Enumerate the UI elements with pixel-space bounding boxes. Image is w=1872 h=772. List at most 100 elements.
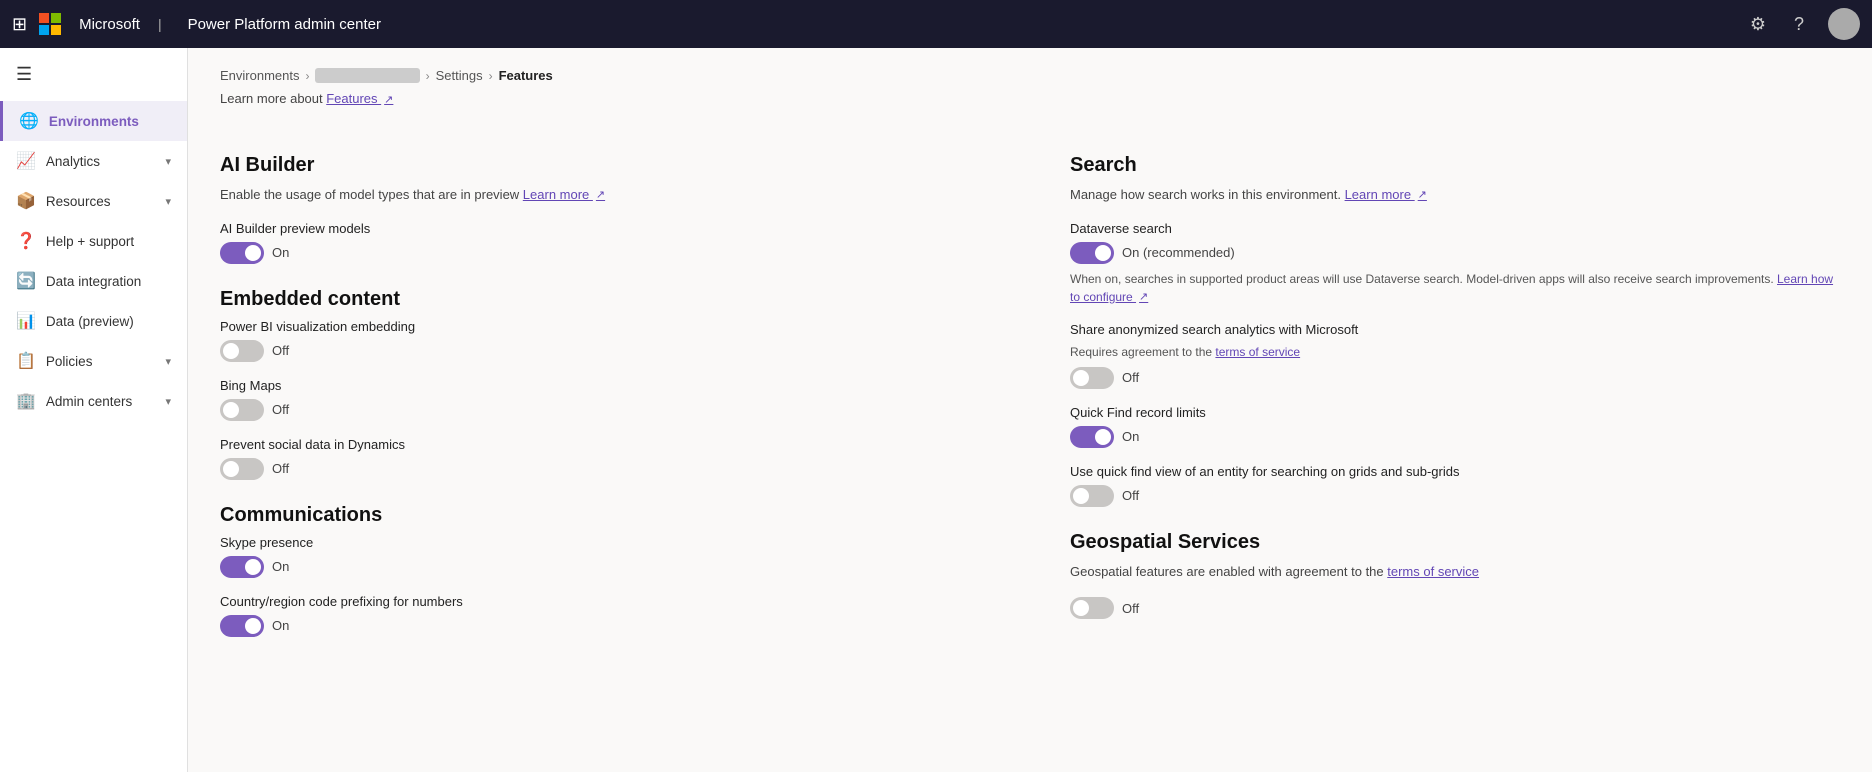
configure-link[interactable]: Learn how to configure ↗ [1070, 272, 1833, 304]
toggle-knob [223, 402, 239, 418]
power-bi-embedding-label: Power BI visualization embedding [220, 319, 990, 334]
breadcrumb-env-name: ██████████ [315, 68, 419, 83]
feature-skype-presence: Skype presence On [220, 535, 990, 578]
dataverse-search-note: When on, searches in supported product a… [1070, 270, 1840, 306]
skype-presence-toggle[interactable] [220, 556, 264, 578]
share-search-analytics-toggle[interactable] [1070, 367, 1114, 389]
bing-maps-state: Off [272, 402, 289, 417]
sidebar: ☰ 🌐 Environments 📈 Analytics ▾ 📦 Resourc… [0, 48, 188, 772]
chevron-down-icon: ▾ [165, 155, 171, 168]
breadcrumb-environments[interactable]: Environments [220, 68, 299, 83]
country-code-toggle[interactable] [220, 615, 264, 637]
admin-centers-icon: 🏢 [16, 391, 36, 411]
sidebar-label-resources: Resources [46, 194, 156, 209]
prevent-social-toggle[interactable] [220, 458, 264, 480]
hamburger-icon[interactable]: ☰ [0, 56, 187, 101]
toggle-knob [1073, 370, 1089, 386]
quick-find-limits-toggle[interactable] [1070, 426, 1114, 448]
sidebar-item-policies[interactable]: 📋 Policies ▾ [0, 341, 187, 381]
ai-builder-title: AI Builder [220, 154, 990, 177]
features-link[interactable]: Features ↗ [326, 91, 393, 106]
power-bi-state: Off [272, 343, 289, 358]
quick-find-view-toggle[interactable] [1070, 485, 1114, 507]
learn-more-bar: Learn more about Features ↗ [220, 91, 1840, 106]
sidebar-item-data-preview[interactable]: 📊 Data (preview) [0, 301, 187, 341]
bing-maps-toggle-row: Off [220, 399, 990, 421]
feature-quick-find-view: Use quick find view of an entity for sea… [1070, 464, 1840, 507]
power-bi-toggle[interactable] [220, 340, 264, 362]
feature-geospatial: Off [1070, 597, 1840, 619]
topbar: ⊞ Microsoft | Power Platform admin cente… [0, 0, 1872, 48]
feature-ai-builder-preview: AI Builder preview models On [220, 221, 990, 264]
quick-find-view-state: Off [1122, 488, 1139, 503]
ai-builder-preview-toggle[interactable] [220, 242, 264, 264]
sidebar-item-admin-centers[interactable]: 🏢 Admin centers ▾ [0, 381, 187, 421]
country-code-label: Country/region code prefixing for number… [220, 594, 990, 609]
external-link-icon: ↗ [1418, 189, 1427, 201]
geospatial-services-title: Geospatial Services [1070, 531, 1840, 554]
toggle-knob [223, 343, 239, 359]
main-content: Environments › ██████████ › Settings › F… [188, 48, 1872, 772]
chevron-down-icon: ▾ [165, 395, 171, 408]
left-column: AI Builder Enable the usage of model typ… [220, 130, 990, 653]
breadcrumb-current: Features [499, 68, 553, 83]
dataverse-search-toggle[interactable] [1070, 242, 1114, 264]
data-preview-icon: 📊 [16, 311, 36, 331]
prevent-social-toggle-row: Off [220, 458, 990, 480]
ai-builder-desc: Enable the usage of model types that are… [220, 185, 990, 205]
share-search-analytics-note: Requires agreement to the terms of servi… [1070, 343, 1840, 361]
geospatial-state: Off [1122, 601, 1139, 616]
sidebar-item-environments[interactable]: 🌐 Environments [0, 101, 187, 141]
quick-find-view-toggle-row: Off [1070, 485, 1840, 507]
terms-of-service-link-1[interactable]: terms of service [1215, 345, 1300, 359]
toggle-knob [1073, 488, 1089, 504]
external-link-icon: ↗ [1139, 291, 1148, 303]
sidebar-item-data-integration[interactable]: 🔄 Data integration [0, 261, 187, 301]
geospatial-services-desc: Geospatial features are enabled with agr… [1070, 562, 1840, 582]
prevent-social-state: Off [272, 461, 289, 476]
power-bi-toggle-row: Off [220, 340, 990, 362]
bing-maps-toggle[interactable] [220, 399, 264, 421]
app-title: Power Platform admin center [188, 16, 381, 33]
toggle-knob [245, 245, 261, 261]
toggle-knob [1095, 429, 1111, 445]
sidebar-item-analytics[interactable]: 📈 Analytics ▾ [0, 141, 187, 181]
quick-find-limits-state: On [1122, 429, 1139, 444]
geospatial-terms-link[interactable]: terms of service [1387, 564, 1479, 579]
geospatial-toggle-row: Off [1070, 597, 1840, 619]
country-code-state: On [272, 618, 289, 633]
waffle-icon[interactable]: ⊞ [12, 14, 27, 35]
search-learn-more-link[interactable]: Learn more ↗ [1345, 187, 1427, 202]
prevent-social-data-label: Prevent social data in Dynamics [220, 437, 990, 452]
geospatial-toggle[interactable] [1070, 597, 1114, 619]
feature-dataverse-search: Dataverse search On (recommended) When o… [1070, 221, 1840, 306]
share-search-analytics-label: Share anonymized search analytics with M… [1070, 322, 1840, 337]
breadcrumb-sep-3: › [489, 69, 493, 83]
help-icon[interactable]: ? [1794, 14, 1804, 35]
ai-builder-learn-more-link[interactable]: Learn more ↗ [523, 187, 605, 202]
feature-country-code-prefixing: Country/region code prefixing for number… [220, 594, 990, 637]
microsoft-label: Microsoft [79, 16, 140, 33]
skype-presence-state: On [272, 559, 289, 574]
data-integration-icon: 🔄 [16, 271, 36, 291]
breadcrumb-settings[interactable]: Settings [436, 68, 483, 83]
toggle-knob [1073, 600, 1089, 616]
skype-presence-label: Skype presence [220, 535, 990, 550]
toggle-knob [1095, 245, 1111, 261]
sidebar-item-resources[interactable]: 📦 Resources ▾ [0, 181, 187, 221]
avatar[interactable] [1828, 8, 1860, 40]
sidebar-label-admin-centers: Admin centers [46, 394, 156, 409]
settings-icon[interactable]: ⚙ [1750, 14, 1766, 35]
breadcrumb-sep-1: › [305, 69, 309, 83]
sidebar-item-help-support[interactable]: ❓ Help + support [0, 221, 187, 261]
sidebar-label-data-preview: Data (preview) [46, 314, 171, 329]
help-support-icon: ❓ [16, 231, 36, 251]
quick-find-view-label: Use quick find view of an entity for sea… [1070, 464, 1840, 479]
quick-find-limits-label: Quick Find record limits [1070, 405, 1840, 420]
ai-builder-preview-toggle-row: On [220, 242, 990, 264]
learn-more-prefix: Learn more about [220, 91, 326, 106]
share-search-analytics-toggle-row: Off [1070, 367, 1840, 389]
external-link-icon: ↗ [596, 189, 605, 201]
sidebar-label-policies: Policies [46, 354, 156, 369]
quick-find-limits-toggle-row: On [1070, 426, 1840, 448]
